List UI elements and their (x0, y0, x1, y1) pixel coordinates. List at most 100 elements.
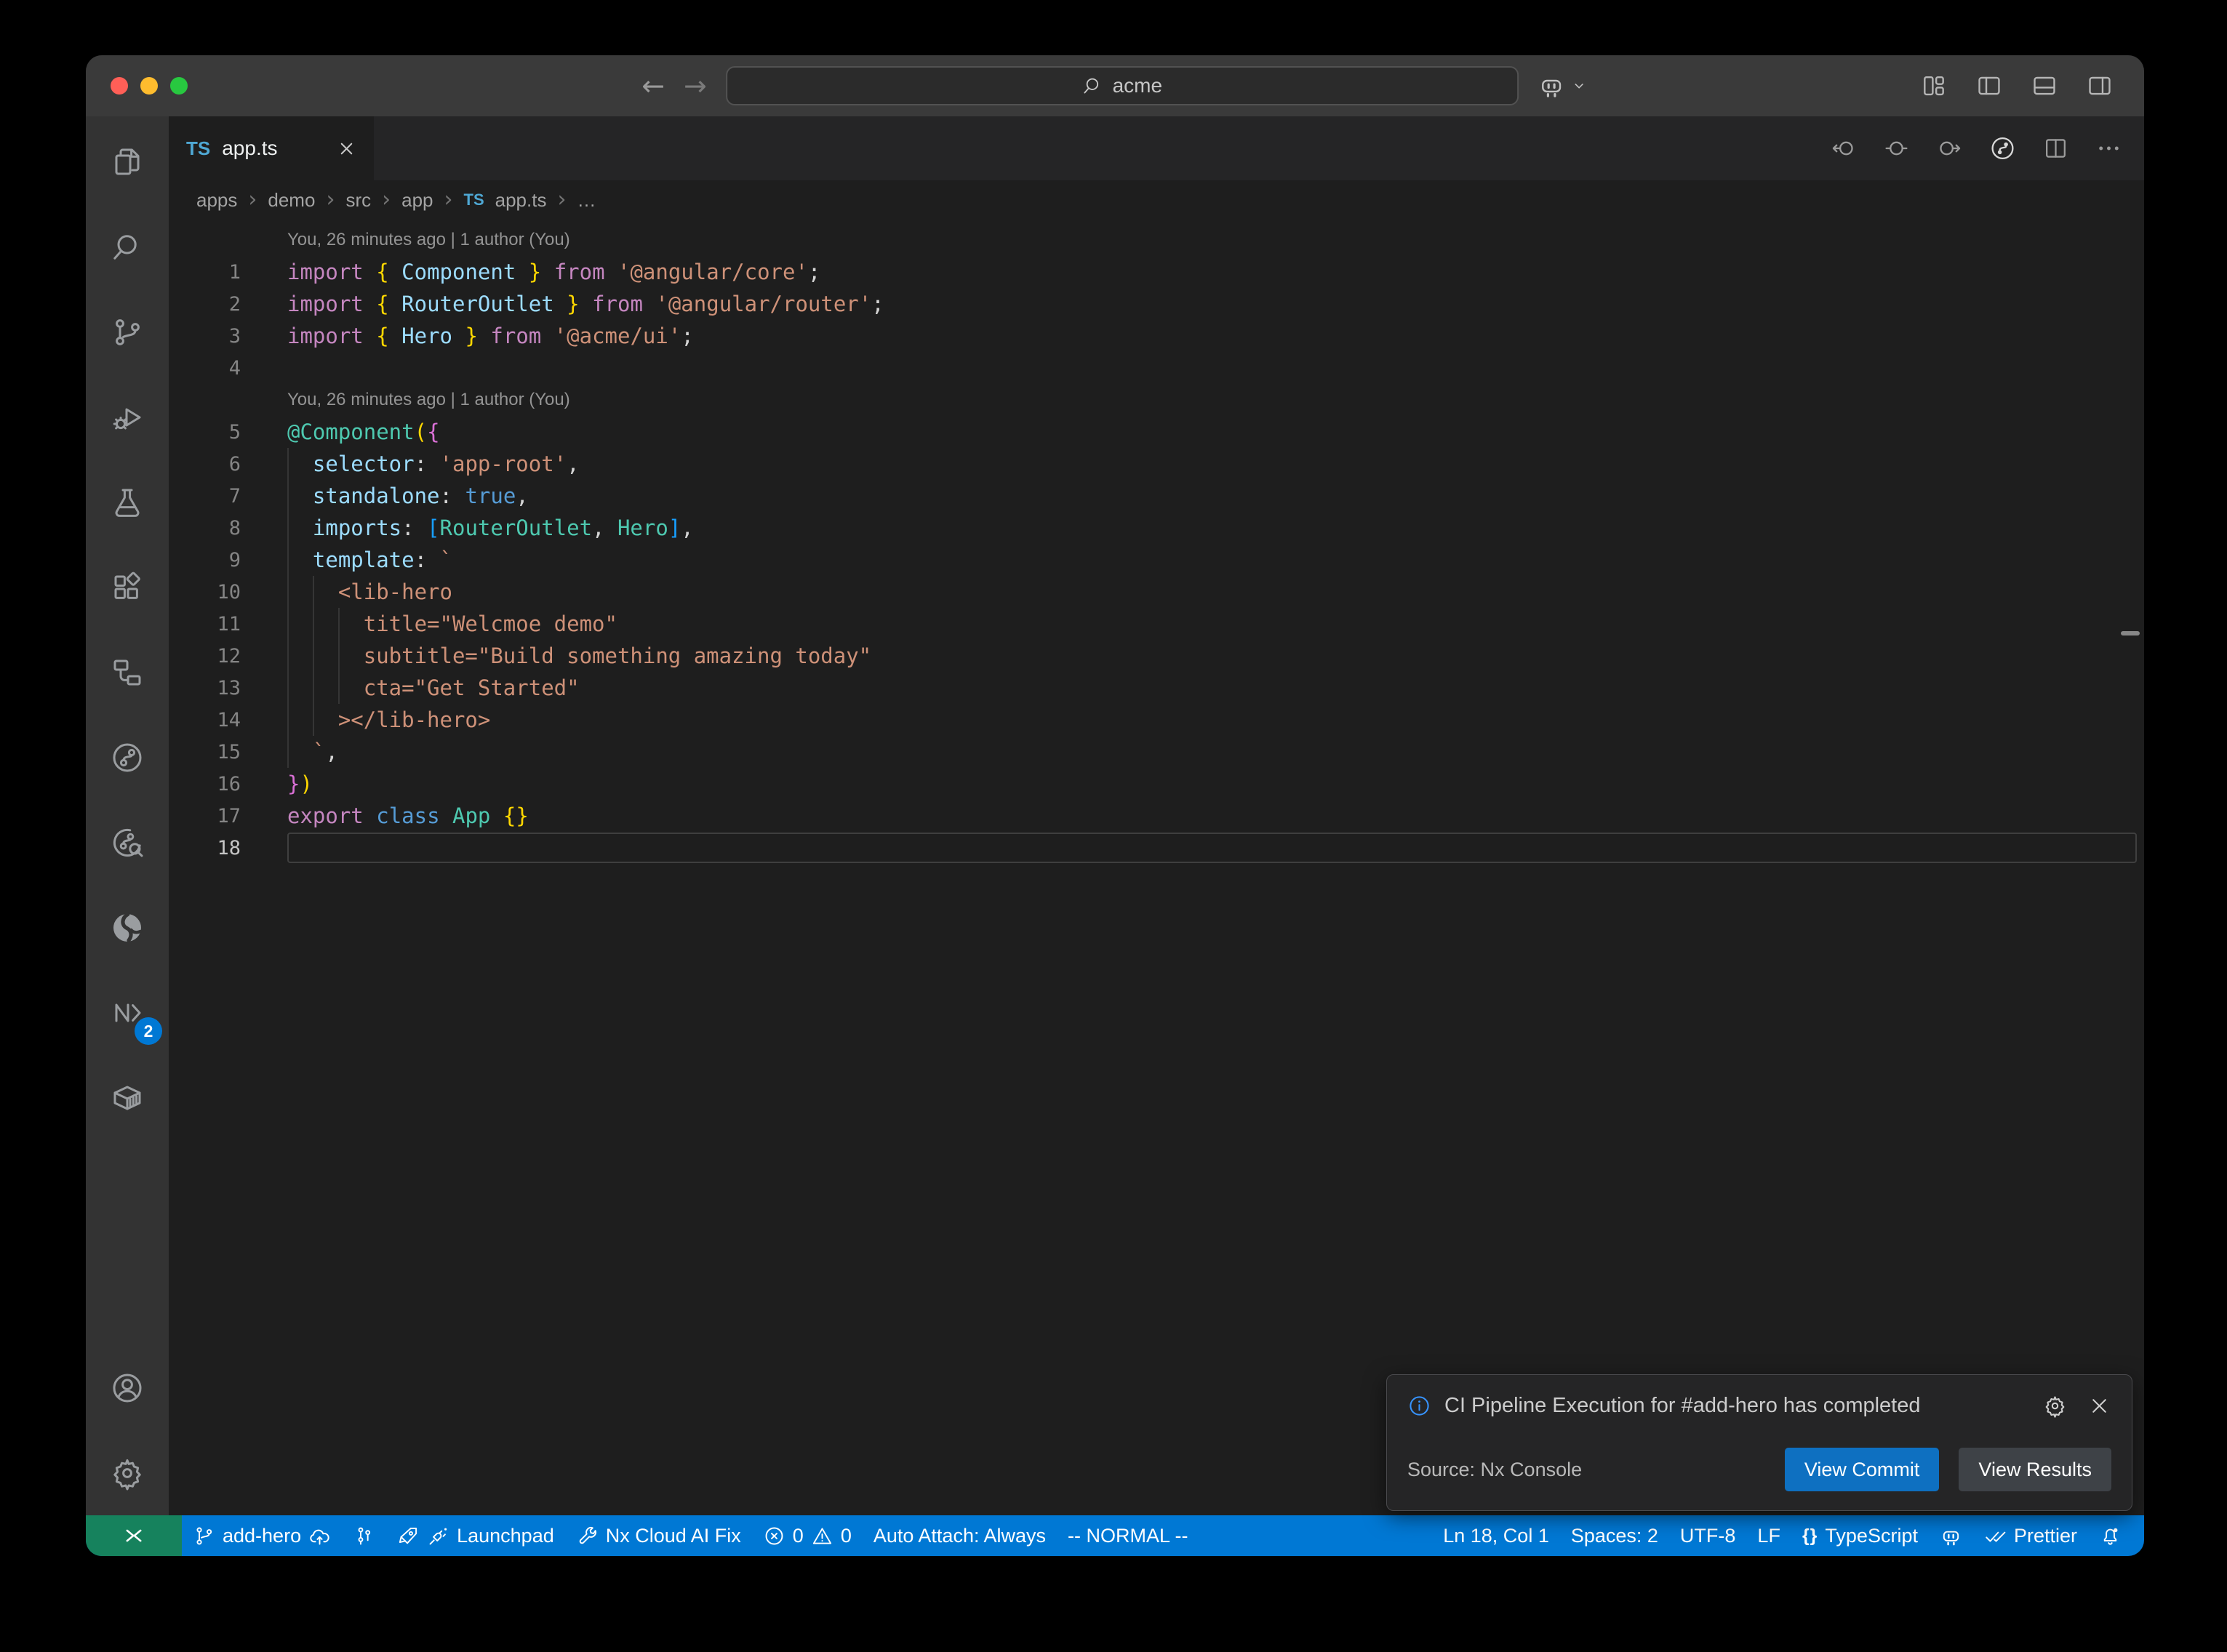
code-line-12[interactable]: 12 subtitle="Build something amazing tod… (169, 640, 2144, 672)
code-line-5[interactable]: 5@Component({ (169, 416, 2144, 448)
status-auto-attach[interactable]: Auto Attach: Always (863, 1515, 1057, 1556)
close-window-button[interactable] (111, 77, 128, 95)
code-line-7[interactable]: 7 standalone: true, (169, 480, 2144, 512)
command-center-search[interactable]: acme (726, 66, 1519, 105)
code-line-3[interactable]: 3import { Hero } from '@acme/ui'; (169, 320, 2144, 352)
view-commit-button[interactable]: View Commit (1785, 1448, 1940, 1491)
line-content[interactable]: import { Hero } from '@acme/ui'; (287, 320, 2144, 352)
code-line-4[interactable]: 4 (169, 352, 2144, 384)
line-number[interactable]: 6 (169, 453, 287, 476)
code-line-9[interactable]: 9 template: ` (169, 544, 2144, 576)
breadcrumb-item-app[interactable]: app (401, 189, 433, 212)
sidebar-item-testing[interactable] (86, 460, 169, 545)
code-line-8[interactable]: 8 imports: [RouterOutlet, Hero], (169, 512, 2144, 544)
status-formatter[interactable]: Prettier (1973, 1515, 2088, 1556)
code-line-14[interactable]: 14 ></lib-hero> (169, 704, 2144, 736)
status-cursor-position[interactable]: Ln 18, Col 1 (1432, 1515, 1560, 1556)
line-content[interactable]: cta="Get Started" (287, 672, 2144, 704)
breadcrumb-item-demo[interactable]: demo (268, 189, 315, 212)
view-results-button[interactable]: View Results (1959, 1448, 2111, 1491)
sidebar-item-gitlens-inspect[interactable] (86, 800, 169, 885)
sidebar-item-project-graph[interactable] (86, 630, 169, 715)
line-number[interactable]: 4 (169, 357, 287, 380)
notification-settings-icon[interactable] (2043, 1394, 2067, 1418)
status-nx-cloud-ai-fix[interactable]: Nx Cloud AI Fix (565, 1515, 752, 1556)
line-number[interactable]: 9 (169, 549, 287, 572)
line-number[interactable]: 3 (169, 325, 287, 348)
toggle-primary-sidebar-icon[interactable] (1975, 72, 2003, 100)
line-number[interactable]: 13 (169, 677, 287, 699)
code-line-18[interactable]: 18 (169, 832, 2144, 864)
line-number[interactable]: 10 (169, 581, 287, 604)
line-number[interactable]: 16 (169, 773, 287, 795)
line-content[interactable]: ></lib-hero> (287, 704, 2144, 736)
commit-graph-icon[interactable] (1989, 135, 2016, 162)
breadcrumb-item-file[interactable]: app.ts (495, 189, 547, 212)
line-content[interactable]: `, (287, 736, 2144, 768)
sidebar-item-containers[interactable] (86, 1055, 169, 1140)
more-actions-icon[interactable] (2095, 135, 2122, 162)
code-line-1[interactable]: 1import { Component } from '@angular/cor… (169, 256, 2144, 288)
code-line-11[interactable]: 11 title="Welcmoe demo" (169, 608, 2144, 640)
remote-indicator[interactable] (86, 1515, 182, 1556)
line-number[interactable]: 7 (169, 485, 287, 508)
close-tab-icon[interactable] (337, 139, 356, 159)
line-number[interactable]: 14 (169, 709, 287, 731)
status-eol[interactable]: LF (1746, 1515, 1791, 1556)
status-git-branch[interactable]: add-hero (182, 1515, 342, 1556)
line-content[interactable]: import { Component } from '@angular/core… (287, 256, 2144, 288)
line-content[interactable]: selector: 'app-root', (287, 448, 2144, 480)
minimize-window-button[interactable] (140, 77, 158, 95)
tab-app-ts[interactable]: TS app.ts (169, 116, 374, 180)
line-number[interactable]: 1 (169, 261, 287, 284)
sidebar-item-search[interactable] (86, 204, 169, 289)
previous-change-icon[interactable] (1830, 135, 1857, 162)
status-vim-mode[interactable]: -- NORMAL -- (1057, 1515, 1199, 1556)
sidebar-item-nx-console[interactable]: 2 (86, 970, 169, 1055)
zoom-window-button[interactable] (170, 77, 188, 95)
status-encoding[interactable]: UTF-8 (1669, 1515, 1747, 1556)
line-number[interactable]: 15 (169, 741, 287, 763)
line-content[interactable]: title="Welcmoe demo" (287, 608, 2144, 640)
sidebar-item-gitlens[interactable] (86, 715, 169, 800)
line-content[interactable]: import { RouterOutlet } from '@angular/r… (287, 288, 2144, 320)
status-copilot-status[interactable] (1929, 1515, 1973, 1556)
line-content[interactable]: <lib-hero (287, 576, 2144, 608)
code-line-13[interactable]: 13 cta="Get Started" (169, 672, 2144, 704)
sidebar-item-extensions[interactable] (86, 545, 169, 630)
line-content[interactable]: template: ` (287, 544, 2144, 576)
line-number[interactable]: 18 (169, 837, 287, 859)
code-line-17[interactable]: 17export class App {} (169, 800, 2144, 832)
status-commit-graph[interactable] (342, 1515, 386, 1556)
line-number[interactable]: 5 (169, 421, 287, 444)
navigate-forward-button[interactable]: → (684, 72, 707, 100)
customize-layout-icon[interactable] (1920, 72, 1948, 100)
breadcrumb-symbol[interactable]: … (577, 189, 596, 212)
sidebar-item-accounts[interactable] (86, 1345, 169, 1430)
line-content[interactable]: subtitle="Build something amazing today" (287, 640, 2144, 672)
line-number[interactable]: 8 (169, 517, 287, 540)
line-content[interactable]: export class App {} (287, 800, 2144, 832)
copilot-menu[interactable] (1538, 72, 1588, 100)
code-line-2[interactable]: 2import { RouterOutlet } from '@angular/… (169, 288, 2144, 320)
status-notifications-bell[interactable] (2088, 1515, 2132, 1556)
sidebar-item-source-control[interactable] (86, 289, 169, 374)
line-number[interactable]: 11 (169, 613, 287, 635)
code-line-10[interactable]: 10 <lib-hero (169, 576, 2144, 608)
line-number[interactable]: 17 (169, 805, 287, 827)
line-number[interactable]: 2 (169, 293, 287, 316)
next-change-icon[interactable] (1936, 135, 1963, 162)
sidebar-item-run-debug[interactable] (86, 374, 169, 460)
sidebar-item-settings[interactable] (86, 1430, 169, 1515)
line-content[interactable]: standalone: true, (287, 480, 2144, 512)
status-launchpad[interactable]: Launchpad (386, 1515, 565, 1556)
line-content[interactable]: imports: [RouterOutlet, Hero], (287, 512, 2144, 544)
sidebar-item-explorer[interactable] (86, 119, 169, 204)
toggle-secondary-sidebar-icon[interactable] (2086, 72, 2114, 100)
code-line-6[interactable]: 6 selector: 'app-root', (169, 448, 2144, 480)
line-content[interactable]: @Component({ (287, 416, 2144, 448)
status-indentation[interactable]: Spaces: 2 (1560, 1515, 1669, 1556)
notification-close-icon[interactable] (2087, 1394, 2111, 1418)
code-line-16[interactable]: 16}) (169, 768, 2144, 800)
breadcrumb-item-src[interactable]: src (345, 189, 371, 212)
